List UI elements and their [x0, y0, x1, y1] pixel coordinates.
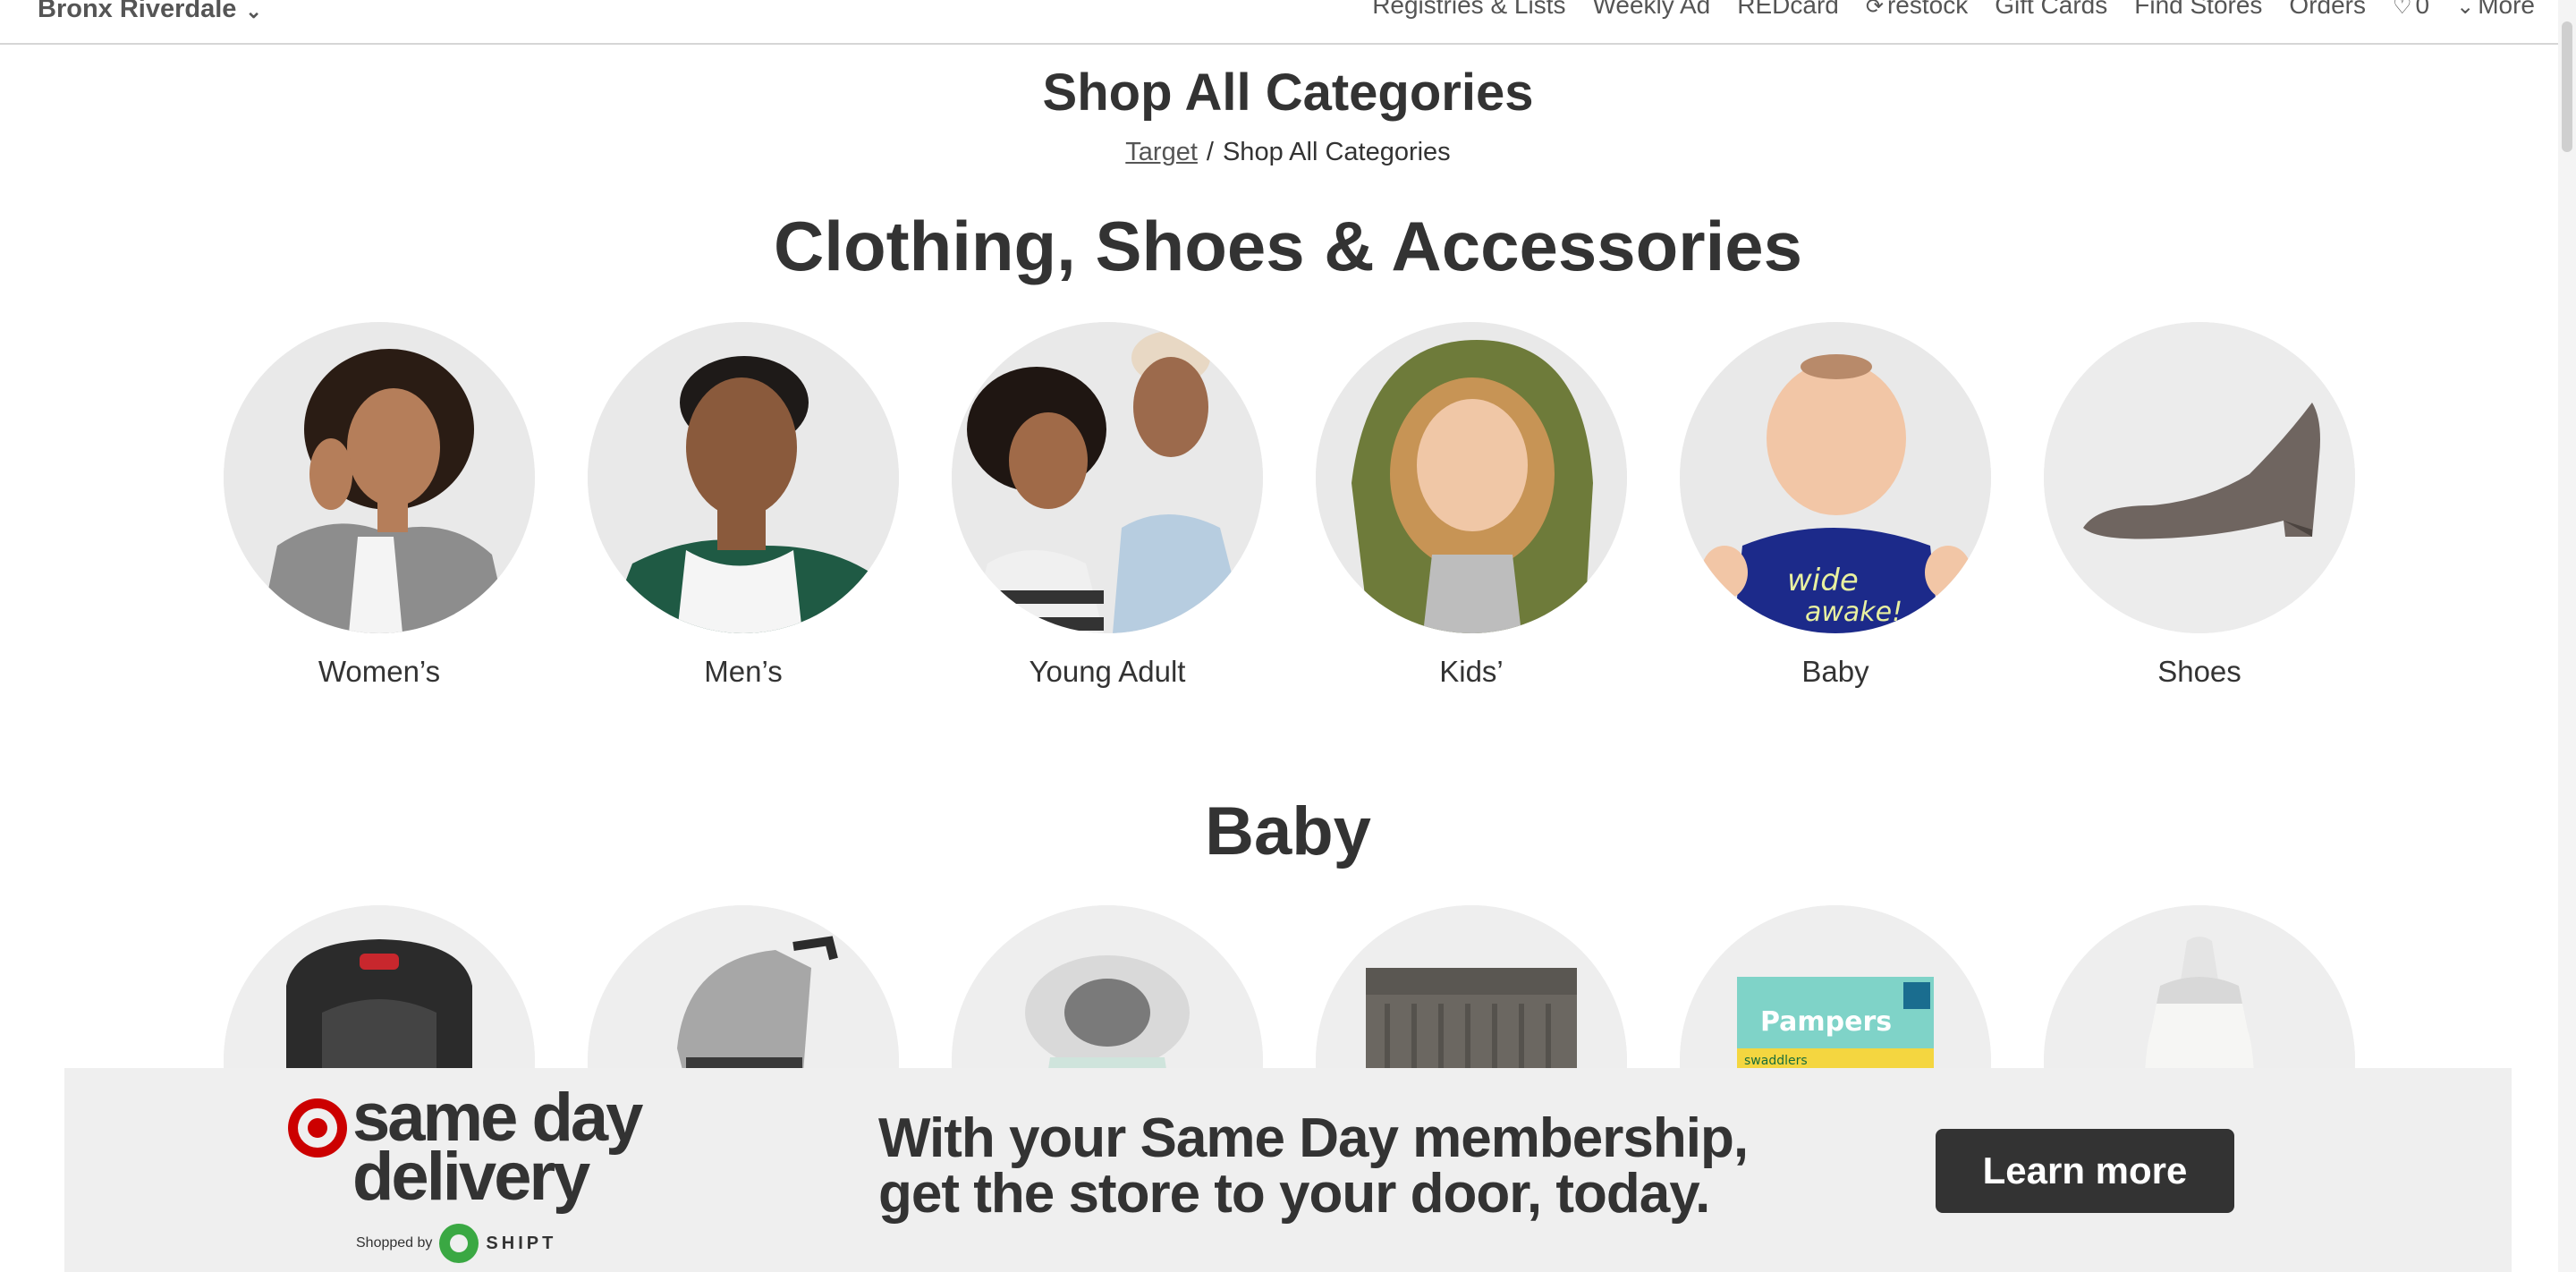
young-adults-portrait-icon	[952, 322, 1263, 633]
nav-gift-cards[interactable]: Gift Cards	[1995, 0, 2107, 20]
shipt-logo-icon	[439, 1224, 479, 1263]
shopped-by-shipt: Shopped by SHIPT	[356, 1224, 556, 1263]
breadcrumb-current: Shop All Categories	[1222, 138, 1451, 166]
shipt-wordmark: SHIPT	[486, 1233, 557, 1253]
category-shoes[interactable]: Shoes	[2044, 322, 2355, 689]
store-selector[interactable]: Bronx Riverdale ⌄	[38, 0, 262, 24]
category-label: Men’s	[704, 655, 783, 688]
kid-portrait-icon	[1316, 322, 1627, 633]
logo-line2: delivery	[352, 1139, 590, 1215]
page-title: Shop All Categories	[1042, 64, 1534, 122]
nav-restock[interactable]: ⟳ restock	[1866, 0, 1968, 20]
nav-more[interactable]: ⌄ More	[2456, 0, 2535, 20]
category-young-adult[interactable]: Young Adult	[952, 322, 1263, 689]
page-scrollbar[interactable]	[2558, 0, 2576, 1272]
category-label: Women’s	[318, 655, 441, 688]
woman-portrait-icon	[224, 322, 535, 633]
shopped-by-label: Shopped by	[356, 1235, 433, 1251]
chevron-down-icon: ⌄	[2456, 0, 2475, 19]
nav-more-label: More	[2478, 0, 2535, 19]
category-womens[interactable]: Women’s	[224, 322, 535, 689]
section-title-baby: Baby	[1205, 793, 1371, 869]
man-portrait-icon	[588, 322, 899, 633]
breadcrumb: Target / Shop All Categories	[0, 138, 2576, 167]
wedge-shoe-icon	[2044, 322, 2355, 633]
utility-nav: Registries & Lists Weekly Ad REDcard ⟳ re…	[1372, 0, 2535, 20]
same-day-delivery-banner: same day delivery Shopped by SHIPT With …	[64, 1068, 2512, 1272]
store-name: Bronx Riverdale	[38, 0, 237, 23]
category-mens[interactable]: Men’s	[588, 322, 899, 689]
svg-text:awake!: awake!	[1805, 597, 1902, 628]
nav-restock-label: restock	[1886, 0, 1969, 19]
nav-favorites[interactable]: ♡ 0	[2393, 0, 2429, 20]
nav-weekly-ad[interactable]: Weekly Ad	[1592, 0, 1710, 20]
section-title-clothing: Clothing, Shoes & Accessories	[773, 207, 1803, 285]
nav-find-stores[interactable]: Find Stores	[2134, 0, 2262, 20]
baby-portrait-icon: wide awake!	[1680, 322, 1991, 633]
banner-message-line1: With your Same Day membership,	[878, 1107, 1749, 1169]
category-baby[interactable]: wide awake! Baby	[1680, 322, 1991, 689]
same-day-delivery-logo: same day delivery Shopped by SHIPT	[288, 1084, 664, 1268]
breadcrumb-separator: /	[1206, 138, 1214, 166]
learn-more-button[interactable]: Learn more	[1936, 1129, 2234, 1213]
heart-icon: ♡	[2393, 0, 2412, 19]
target-bullseye-icon	[288, 1098, 347, 1158]
svg-text:wide: wide	[1787, 563, 1859, 598]
diapers-sub-text: swaddlers	[1744, 1054, 1808, 1068]
category-kids[interactable]: Kids’	[1316, 322, 1627, 689]
banner-message: With your Same Day membership, get the s…	[878, 1107, 1749, 1225]
nav-orders[interactable]: Orders	[2289, 0, 2366, 20]
category-label: Baby	[1801, 655, 1869, 688]
restock-icon: ⟳	[1865, 0, 1884, 19]
nav-redcard[interactable]: REDcard	[1737, 0, 1839, 20]
breadcrumb-link-target[interactable]: Target	[1125, 138, 1198, 166]
top-nav-bar: Bronx Riverdale ⌄ Registries & Lists Wee…	[0, 0, 2558, 45]
category-label: Young Adult	[1029, 655, 1186, 688]
diapers-brand-text: Pampers	[1760, 1006, 1892, 1038]
nav-registries[interactable]: Registries & Lists	[1372, 0, 1565, 20]
category-label: Kids’	[1439, 655, 1504, 688]
category-label: Shoes	[2157, 655, 2241, 688]
chevron-down-icon: ⌄	[245, 0, 262, 22]
banner-message-line2: get the store to your door, today.	[878, 1163, 1710, 1225]
favorites-count: 0	[2415, 0, 2430, 19]
